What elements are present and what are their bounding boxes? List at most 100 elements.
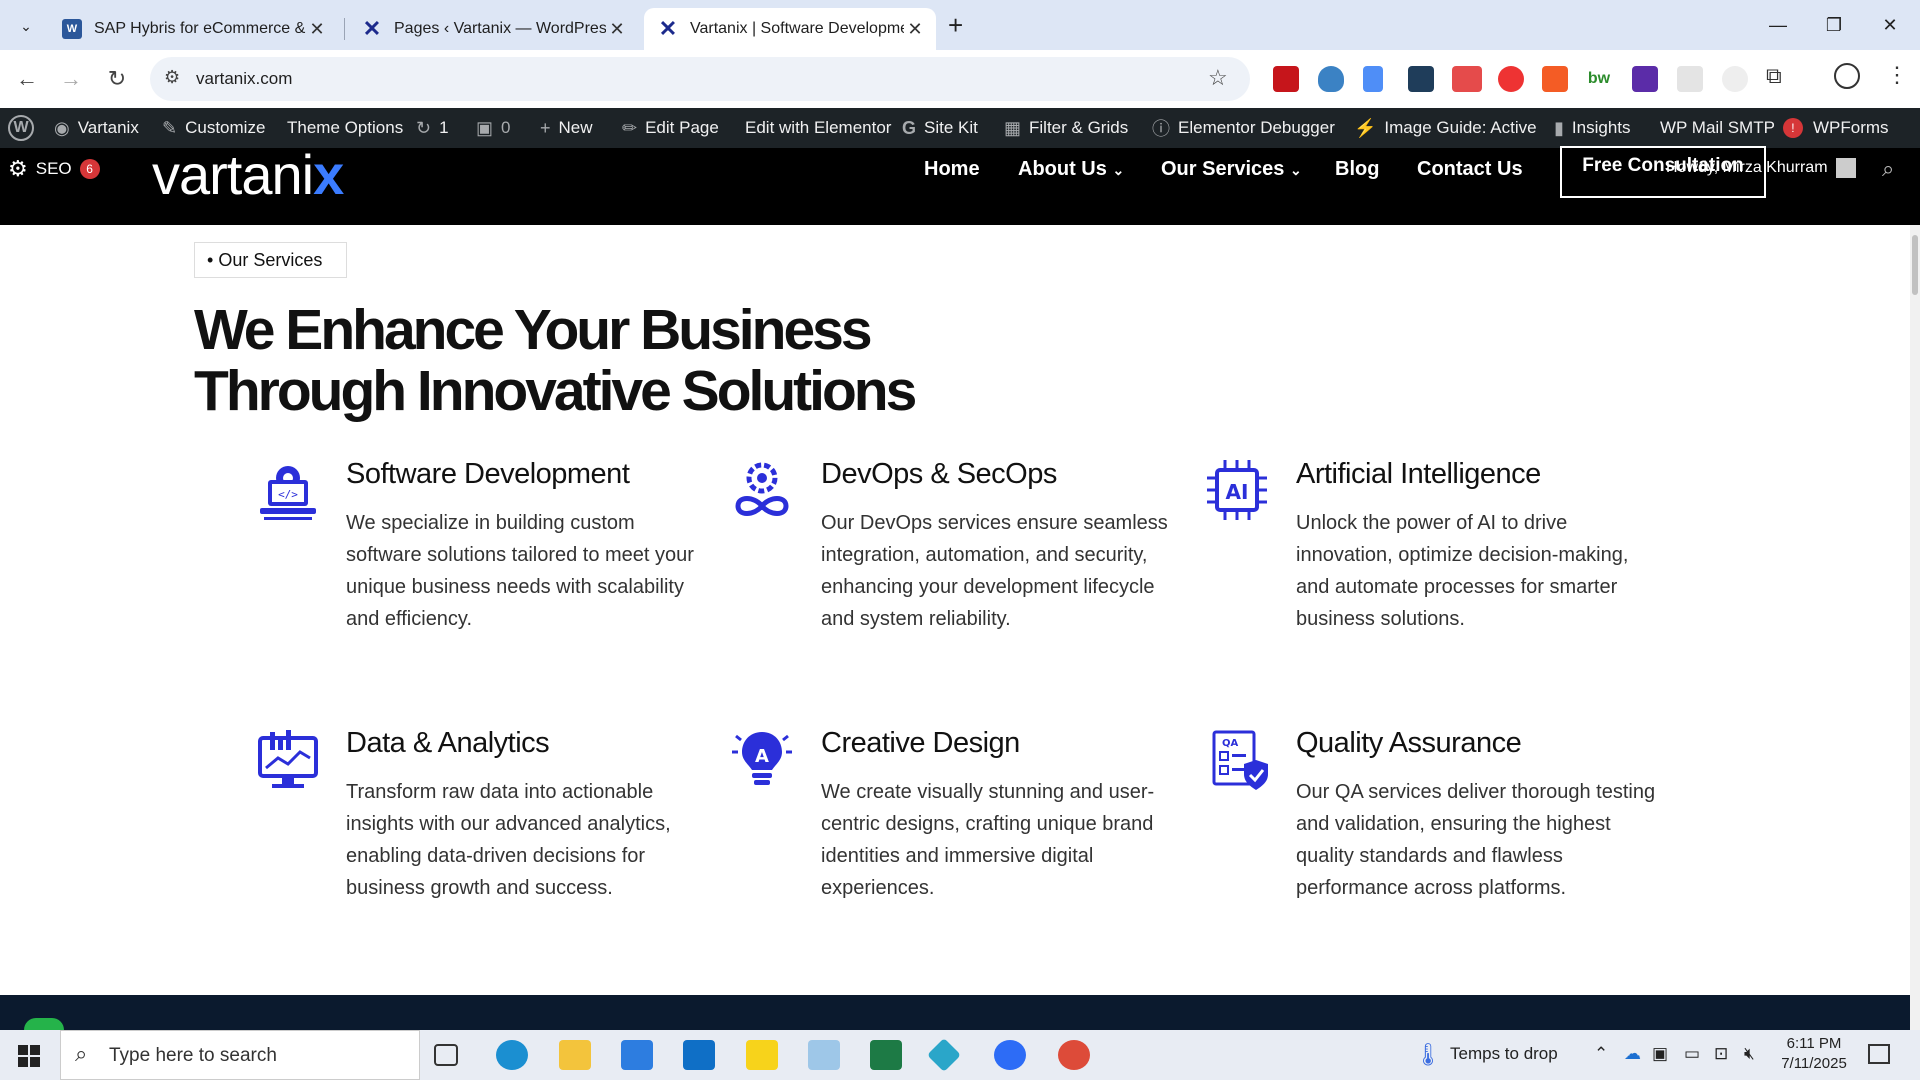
sticky-notes-icon[interactable]	[746, 1040, 778, 1070]
address-bar[interactable]: ⚙ vartanix.com ☆	[150, 57, 1250, 101]
wp-site-kit[interactable]: G Site Kit	[902, 108, 978, 148]
close-icon[interactable]: ✕	[606, 19, 628, 40]
close-icon[interactable]: ✕	[306, 19, 328, 40]
chevron-down-icon: ⌄	[1112, 162, 1125, 178]
zoom-icon[interactable]	[994, 1040, 1026, 1070]
vartanix-x-icon: ✕	[658, 16, 678, 41]
bolt-icon: ⚡	[1354, 117, 1377, 138]
restore-button[interactable]: ❐	[1814, 8, 1854, 42]
shield-extension-icon[interactable]	[1318, 66, 1344, 92]
wp-elementor-debugger[interactable]: ⓘ Elementor Debugger	[1152, 108, 1335, 148]
extensions-puzzle-icon[interactable]: ⧉	[1766, 63, 1782, 89]
service-title: Data & Analytics	[346, 727, 550, 759]
service-title: Quality Assurance	[1296, 727, 1522, 759]
weather-text[interactable]: Temps to drop	[1450, 1044, 1558, 1064]
folder-extension-icon[interactable]	[1408, 66, 1434, 92]
new-badge-extension-icon[interactable]	[1452, 66, 1482, 92]
task-view-icon[interactable]	[434, 1044, 458, 1066]
svg-text:</>: </>	[278, 488, 298, 501]
wp-insights[interactable]: ▮ Insights	[1554, 108, 1631, 148]
meet-now-icon[interactable]: ▣	[1652, 1044, 1668, 1064]
wp-logo-icon[interactable]: W	[8, 108, 34, 148]
scrollbar-thumb[interactable]	[1912, 235, 1918, 295]
back-button[interactable]: ←	[10, 62, 44, 96]
tab-sap-hybris[interactable]: W SAP Hybris for eCommerce & D ✕	[48, 8, 338, 50]
page-scrollbar[interactable]	[1910, 225, 1920, 1030]
compass-extension-icon[interactable]	[1722, 66, 1748, 92]
ms-store-icon[interactable]	[621, 1040, 653, 1070]
wp-site-name[interactable]: ◉ Vartanix	[54, 108, 139, 148]
pdf-extension-icon[interactable]	[1273, 66, 1299, 92]
file-explorer-icon[interactable]	[559, 1040, 591, 1070]
site-header: ⚙ SEO 6 vartanix Home About Us ⌄ Our Ser…	[0, 143, 1920, 225]
service-title: DevOps & SecOps	[821, 458, 1057, 490]
onedrive-icon[interactable]: ☁	[1624, 1044, 1641, 1064]
wp-comments[interactable]: ▣ 0	[476, 108, 510, 148]
taskbar-search-box[interactable]: ⌕ Type here to search	[60, 1030, 420, 1080]
wp-edit-elementor[interactable]: Edit with Elementor	[745, 108, 891, 148]
hat-extension-icon[interactable]	[1632, 66, 1658, 92]
tray-chevron-icon[interactable]: ⌃	[1594, 1044, 1608, 1064]
footer-strip	[0, 995, 1920, 1030]
excel-icon[interactable]	[870, 1040, 902, 1070]
tab-search-button[interactable]: ⌄	[12, 12, 40, 40]
forward-button[interactable]: →	[54, 62, 88, 96]
nav-our-services[interactable]: Our Services ⌄	[1161, 158, 1302, 181]
grid-icon: ▦	[1004, 117, 1022, 138]
reload-button[interactable]: ↻	[100, 62, 134, 96]
wp-mail-smtp[interactable]: WP Mail SMTP!	[1660, 108, 1803, 148]
clock[interactable]: 6:11 PM 7/11/2025	[1774, 1034, 1854, 1074]
minimize-button[interactable]: —	[1758, 8, 1798, 42]
close-icon[interactable]: ✕	[904, 19, 926, 40]
search-icon[interactable]: ⌕	[1882, 156, 1894, 182]
wp-wpforms[interactable]: WPForms	[1813, 108, 1889, 148]
service-quality-assurance: Quality Assurance Our QA services delive…	[1296, 727, 1661, 904]
site-info-icon[interactable]: ⚙	[164, 67, 180, 88]
battery-icon[interactable]: ▭	[1684, 1044, 1700, 1064]
network-icon[interactable]: ⊡	[1714, 1044, 1728, 1064]
notepad-app-icon[interactable]	[808, 1040, 840, 1070]
wp-seo[interactable]: ⚙ SEO 6	[8, 156, 100, 182]
pokeball-extension-icon[interactable]	[1498, 66, 1524, 92]
word-doc-icon: W	[62, 19, 82, 39]
profile-icon[interactable]	[1834, 63, 1860, 89]
wp-image-guide[interactable]: ⚡ Image Guide: Active	[1354, 108, 1537, 148]
chat-bubble-icon[interactable]	[24, 1018, 64, 1030]
info-icon: ⓘ	[1152, 119, 1170, 139]
service-description: Transform raw data into actionable insig…	[346, 781, 671, 899]
new-tab-button[interactable]: +	[948, 10, 963, 41]
service-description: Our QA services deliver thorough testing…	[1296, 781, 1656, 899]
edge-browser-icon[interactable]	[496, 1040, 528, 1070]
notification-icon[interactable]	[1868, 1044, 1890, 1064]
pencil-icon: ✏	[622, 117, 638, 138]
service-title: Artificial Intelligence	[1296, 458, 1541, 490]
wp-filter-grids[interactable]: ▦ Filter & Grids	[1004, 108, 1128, 148]
svg-text:A: A	[755, 746, 769, 767]
tab-wordpress-pages[interactable]: ✕ Pages ‹ Vartanix — WordPress ✕	[348, 8, 638, 50]
site-logo[interactable]: vartanix	[152, 142, 344, 207]
wp-updates[interactable]: ↻ 1	[416, 108, 449, 148]
windows-start-icon[interactable]	[18, 1045, 40, 1067]
bw-extension-icon[interactable]: bw	[1586, 66, 1612, 92]
close-window-button[interactable]: ✕	[1870, 8, 1910, 42]
bar-chart-icon: ▮	[1554, 117, 1564, 138]
wp-new[interactable]: + New	[540, 108, 593, 148]
browser-toolbar: ← → ↻ ⚙ vartanix.com ☆ bw ⧉ ⋮	[0, 50, 1920, 109]
nav-about-us[interactable]: About Us ⌄	[1018, 158, 1124, 181]
docs-extension-icon[interactable]	[1363, 66, 1383, 92]
wp-edit-page[interactable]: ✏ Edit Page	[622, 108, 719, 148]
blank-extension-icon[interactable]	[1677, 66, 1703, 92]
nav-blog[interactable]: Blog	[1335, 158, 1379, 181]
volume-mute-icon[interactable]: 🔇︎	[1744, 1044, 1755, 1064]
wp-howdy-account[interactable]: Howdy, Mirza Khurram	[1666, 158, 1856, 178]
chrome-icon[interactable]	[1058, 1040, 1090, 1070]
menu-kebab-icon[interactable]: ⋮	[1886, 62, 1908, 88]
mail-icon[interactable]	[683, 1040, 715, 1070]
app-diamond-icon[interactable]	[927, 1038, 961, 1072]
comment-icon: ▣	[476, 117, 494, 138]
ya-extension-icon[interactable]	[1542, 66, 1568, 92]
tab-vartanix-active[interactable]: ✕ Vartanix | Software Developmen ✕	[644, 8, 936, 50]
nav-contact-us[interactable]: Contact Us	[1417, 158, 1523, 181]
nav-home[interactable]: Home	[924, 158, 980, 181]
bookmark-star-icon[interactable]: ☆	[1208, 65, 1228, 91]
